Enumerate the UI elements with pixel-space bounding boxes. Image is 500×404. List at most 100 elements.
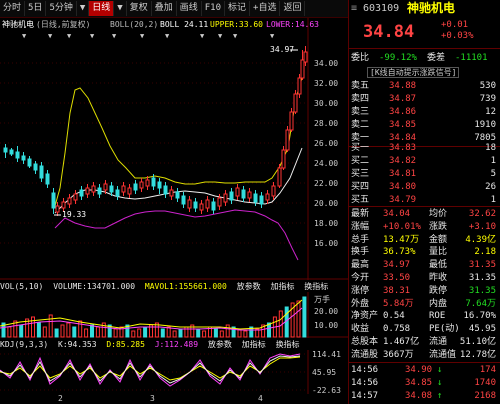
ask-price: 34.86: [389, 107, 417, 117]
toolbar-item[interactable]: 复权: [127, 1, 152, 16]
candle-body: [97, 187, 102, 195]
tick-volume: 2168: [474, 391, 496, 401]
price-change-pct: +0.03%: [441, 31, 474, 41]
ask-volume: 739: [479, 94, 496, 104]
price-axis-label: 22.00: [314, 179, 338, 188]
vol-param-button[interactable]: 放参数: [237, 282, 261, 291]
tick-time: 14:57: [351, 391, 379, 401]
candle-body: [139, 181, 144, 189]
candle-body: [103, 183, 108, 191]
ask-price: 34.85: [389, 120, 417, 130]
kdj-switch-indicator-button[interactable]: 换指标: [276, 340, 300, 349]
stat-label: 涨跌: [429, 221, 448, 232]
bid-volume: 5: [490, 169, 496, 179]
weibi-value: -99.12%: [379, 53, 417, 63]
stat-label: 流通: [429, 337, 448, 347]
stat-value: +3.10: [468, 221, 496, 232]
price-axis-label: 28.00: [314, 119, 338, 128]
toolbar-item[interactable]: ▼: [114, 1, 127, 16]
candle-body: [289, 111, 294, 131]
volume-value: VOLUME:134701.000: [53, 282, 136, 291]
kdj-add-indicator-button[interactable]: 加指标: [242, 340, 266, 349]
toolbar-item[interactable]: F10: [202, 1, 226, 16]
stat-value: 38.31: [383, 285, 411, 296]
candle-body: [293, 93, 298, 113]
period-label: (日线,前复权): [36, 19, 90, 29]
stock-name: 神驰机电: [407, 1, 456, 15]
price-axis-label: 34.00: [314, 59, 338, 68]
volume-bar: [213, 328, 218, 338]
quote-row: 买四 34.80 26: [349, 181, 500, 194]
toolbar-item[interactable]: 分时: [0, 1, 26, 16]
quote-row: 买三 34.81 5: [349, 168, 500, 181]
quote-row: 卖四 34.87 739: [349, 93, 500, 106]
bid-price: 34.82: [389, 156, 417, 166]
candle-body: [133, 183, 138, 191]
toolbar-item[interactable]: 叠加: [152, 1, 177, 16]
quote-row: 收益 0.758 PE(动) 45.95: [349, 323, 500, 336]
vol-axis-label: 10.00: [314, 321, 338, 330]
price-axis-label: 26.00: [314, 139, 338, 148]
toolbar-item[interactable]: 5分钟: [46, 1, 77, 16]
weicha-value: -11101: [455, 53, 488, 63]
quote-row: 最高 34.97 最低 31.35: [349, 259, 500, 272]
volume-bar: [113, 328, 118, 338]
candle-body: [127, 187, 132, 195]
volume-bar: [137, 328, 142, 338]
toolbar-item[interactable]: 画线: [177, 1, 202, 16]
tick-arrow: ↑: [437, 391, 443, 401]
stat-value: 45.95: [468, 324, 496, 335]
ask-volume: 12: [485, 107, 496, 117]
candle-body: [223, 193, 228, 203]
kline-chart[interactable]: 神驰机电 (日线,前复权) BOLL(20,2) BOLL 24.11 UPPE…: [0, 18, 348, 280]
candle-body: [229, 191, 234, 201]
stat-label: 金额: [429, 234, 448, 245]
signal-banner[interactable]: [K线自动提示涨跌信号]: [367, 67, 460, 78]
candle-body: [199, 203, 204, 211]
candle-body: [9, 149, 14, 155]
stock-code: 603109: [363, 3, 400, 14]
toolbar-item[interactable]: 5日: [25, 1, 47, 16]
volume-bar: [66, 322, 71, 338]
bid-volume: 26: [485, 182, 496, 192]
quote-row: 净资产 0.54 ROE 16.70%: [349, 310, 500, 323]
kdj-param-button[interactable]: 放参数: [208, 340, 232, 349]
toolbar-item[interactable]: 日线: [89, 1, 115, 16]
volume-bar: [84, 328, 89, 338]
quote-row: 卖五 34.88 530: [349, 80, 500, 93]
tick-volume: 174: [479, 365, 496, 375]
vol-add-indicator-button[interactable]: 加指标: [270, 282, 294, 291]
candle-body: [151, 177, 156, 187]
month-label: 2: [58, 394, 63, 403]
kdj-chart[interactable]: 114.41 45.95 -22.63: [0, 350, 348, 394]
toolbar-item[interactable]: +自选: [250, 1, 281, 16]
candle-body: [297, 77, 302, 95]
tick-time: 14:56: [351, 365, 379, 375]
candle-body: [259, 195, 264, 205]
low-price-label: 19.33: [62, 210, 86, 219]
volume-chart[interactable]: 万手 20.00 10.00: [0, 292, 348, 338]
toolbar-item[interactable]: ▼: [77, 1, 90, 16]
toolbar-item[interactable]: 返回: [280, 1, 306, 16]
upper-value: UPPER:33.60: [210, 20, 263, 29]
candle-body: [211, 201, 216, 211]
stat-label: 总手: [351, 234, 370, 245]
candle-body: [73, 193, 78, 201]
stat-value: 34.97: [383, 260, 411, 271]
tick-arrow: ↓: [437, 378, 443, 388]
vol-switch-indicator-button[interactable]: 换指标: [304, 282, 328, 291]
menu-icon[interactable]: ≡: [351, 2, 357, 15]
candle-body: [181, 195, 186, 205]
bid-label: 买四: [351, 182, 370, 192]
stat-value: 31.35: [468, 285, 496, 296]
volume-bar: [42, 326, 47, 338]
candle-body: [235, 187, 240, 197]
month-label: 3: [150, 394, 155, 403]
mavol-value: MAVOL1:155661.000: [144, 282, 227, 291]
last-price: 34.84: [363, 22, 415, 42]
vol-label: VOL(5,10): [0, 282, 44, 291]
kdj-j-value: J:112.489: [154, 340, 199, 349]
kdj-axis-label: -22.63: [312, 386, 341, 394]
toolbar-item[interactable]: 标记: [225, 1, 251, 16]
candle-body: [175, 191, 180, 199]
